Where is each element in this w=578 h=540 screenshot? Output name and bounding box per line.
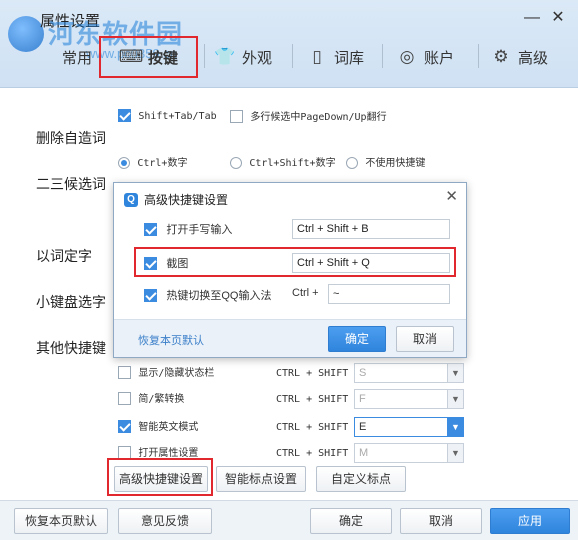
highlight-keys-tab xyxy=(99,36,198,78)
row-handwriting[interactable]: 打开手写输入 xyxy=(144,221,232,237)
hotkey-row-statusbar[interactable]: 显示/隐藏状态栏 xyxy=(118,364,214,380)
tab-common[interactable]: 常用 xyxy=(62,40,92,74)
hotkey-select-e[interactable]: E ▼ xyxy=(354,417,464,437)
dialog-cancel-button[interactable]: 取消 xyxy=(396,326,454,352)
tab-label: 词库 xyxy=(334,49,365,67)
checkbox[interactable] xyxy=(118,109,131,123)
radio-ctrl-shift-digit[interactable]: Ctrl+Shift+数字 xyxy=(230,154,336,169)
close-button[interactable]: ✕ xyxy=(548,8,568,28)
option-shift-tab[interactable]: Shift+Tab/Tab xyxy=(118,108,217,123)
restore-default-button[interactable]: 恢复本页默认 xyxy=(14,508,108,534)
radio-no-hotkey[interactable]: 不使用快捷键 xyxy=(346,154,425,169)
tab-label: 账户 xyxy=(424,49,455,67)
checkbox[interactable] xyxy=(230,110,243,124)
hotkey-row-simplified[interactable]: 简/繁转换 xyxy=(118,390,184,406)
hotkey-select-f[interactable]: F ▼ xyxy=(354,389,464,409)
footer-bar: 恢复本页默认 意见反馈 确定 取消 应用 xyxy=(0,500,578,540)
dialog-ok-button[interactable]: 确定 xyxy=(328,326,386,352)
apply-button[interactable]: 应用 xyxy=(490,508,570,534)
tab-advanced[interactable]: ⚙ 高级 xyxy=(490,40,548,74)
row-qq-switch[interactable]: 热键切换至QQ输入法 xyxy=(144,287,271,303)
tab-account[interactable]: ◎ 账户 xyxy=(396,40,454,74)
hotkey-select-m[interactable]: M ▼ xyxy=(354,443,464,463)
custom-punct-button[interactable]: 自定义标点 xyxy=(316,466,406,492)
highlight-advanced-button xyxy=(107,458,213,496)
tab-appearance[interactable]: 👕 外观 xyxy=(214,40,272,74)
section-delete-word: 删除自造词 xyxy=(36,130,106,146)
user-icon: ◎ xyxy=(399,47,415,66)
shirt-icon: 👕 xyxy=(214,47,236,66)
handwriting-hotkey-input[interactable]: Ctrl + Shift + B xyxy=(292,219,450,239)
tab-label: 高级 xyxy=(518,49,549,67)
tab-label: 外观 xyxy=(242,49,273,67)
title-bar: 属性设置 河东软件园 www.pc0359.cn — ✕ 常用 ⌨ 按键 👕 外… xyxy=(0,0,578,88)
hotkey-row-english[interactable]: 智能英文模式 xyxy=(118,418,198,434)
dialog-close-button[interactable]: ✕ xyxy=(445,187,458,205)
qq-switch-hotkey-input[interactable]: ~ xyxy=(328,284,450,304)
option-multiline-page[interactable]: 多行候选中PageDown/Up翻行 xyxy=(230,108,387,124)
section-word-to-char: 以词定字 xyxy=(36,248,92,264)
dialog-title: Q 高级快捷键设置 xyxy=(124,191,228,208)
book-icon: ▯ xyxy=(312,47,322,66)
section-other-hotkeys: 其他快捷键 xyxy=(36,340,106,356)
hotkey-select-s[interactable]: S ▼ xyxy=(354,363,464,383)
cancel-button[interactable]: 取消 xyxy=(400,508,482,534)
section-keypad-select: 小键盘选字 xyxy=(36,294,106,310)
smart-punct-button[interactable]: 智能标点设置 xyxy=(216,466,306,492)
dialog-restore-link[interactable]: 恢复本页默认 xyxy=(138,332,204,348)
ok-button[interactable]: 确定 xyxy=(310,508,392,534)
minimize-button[interactable]: — xyxy=(522,8,542,28)
advanced-hotkey-dialog: Q 高级快捷键设置 ✕ 打开手写输入 Ctrl + Shift + B 截图 C… xyxy=(113,182,467,358)
feedback-button[interactable]: 意见反馈 xyxy=(118,508,212,534)
section-two-three: 二三候选词 xyxy=(36,176,106,192)
tab-dictionary[interactable]: ▯ 词库 xyxy=(306,40,364,74)
qq-input-icon: Q xyxy=(124,192,138,207)
tab-label: 常用 xyxy=(62,49,93,67)
highlight-screenshot-row xyxy=(134,247,456,277)
gear-icon: ⚙ xyxy=(493,47,509,66)
radio-ctrl-digit[interactable]: Ctrl+数字 xyxy=(118,154,187,169)
app-logo-icon xyxy=(8,16,44,52)
dialog-footer: 恢复本页默认 确定 取消 xyxy=(114,319,466,357)
qq-switch-prefix: Ctrl + xyxy=(292,287,319,299)
